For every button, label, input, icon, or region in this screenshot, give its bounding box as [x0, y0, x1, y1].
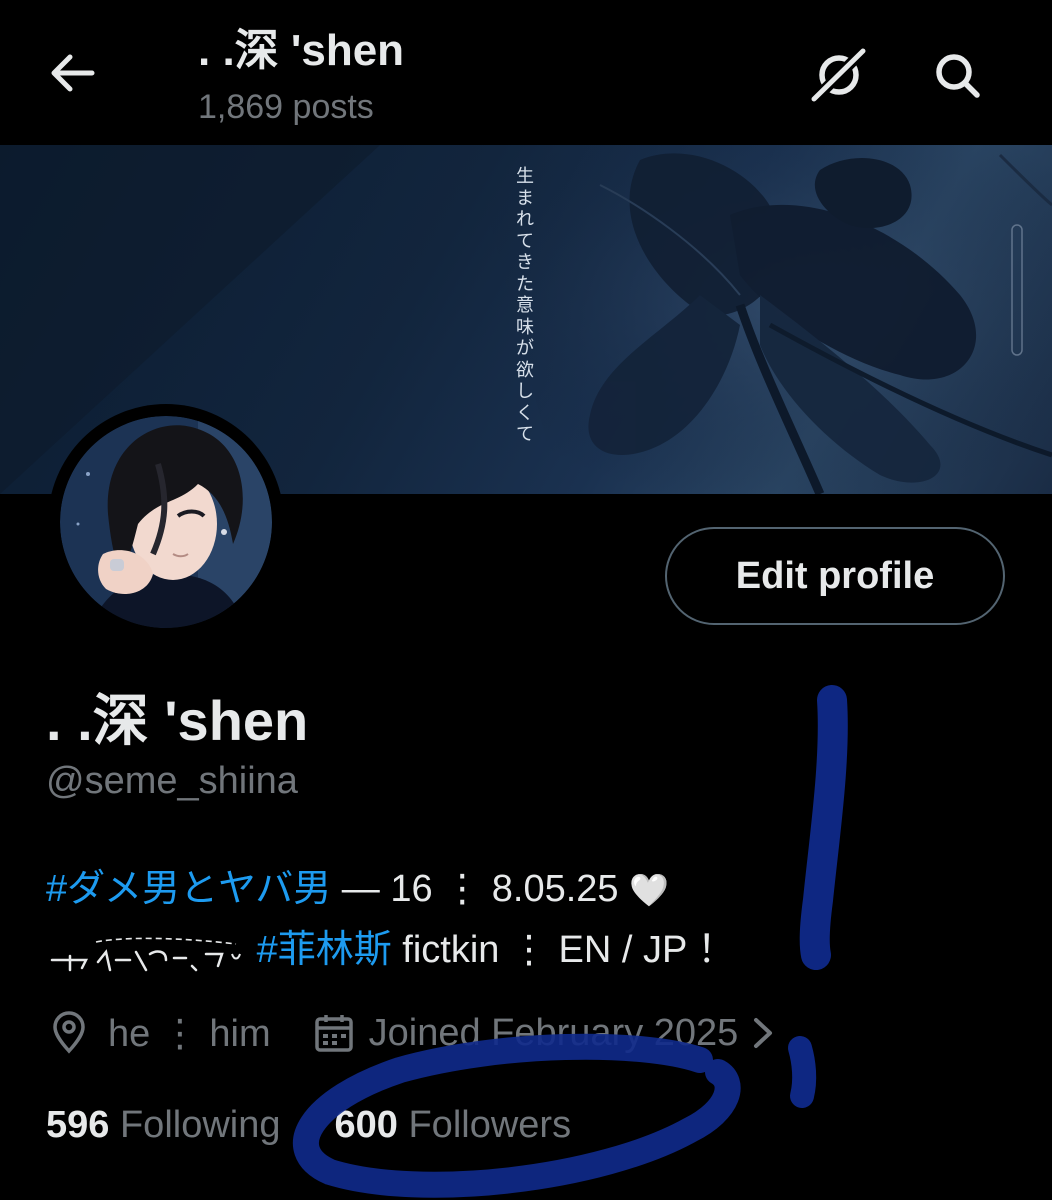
grok-icon	[811, 48, 866, 102]
chevron-right-icon[interactable]	[744, 1010, 780, 1056]
bio-line-1: #ダメ男とヤバ男 — 16 ⋮ 8.05.25 🤍	[46, 857, 669, 912]
bio-text: fictkin ⋮ EN / JP ！	[391, 929, 736, 971]
pronouns-location: he ⋮ him	[108, 1012, 271, 1055]
follow-stats: 596 Following 600 Followers	[46, 1104, 571, 1147]
avatar[interactable]	[48, 404, 284, 640]
search-button[interactable]	[928, 46, 986, 104]
profile-meta-row: he ⋮ him Joined February 2025	[46, 1010, 780, 1056]
search-icon	[936, 54, 980, 98]
decorative-kaomoji-drawing	[50, 937, 241, 972]
followers-link[interactable]: 600 Followers	[335, 1104, 572, 1146]
location-pin-icon	[53, 1011, 85, 1054]
hashtag-link[interactable]: #ダメ男とヤバ男	[46, 868, 331, 910]
bio-text: — 16 ⋮ 8.05.25	[331, 868, 630, 910]
white-heart-emoji: 🤍	[629, 872, 669, 908]
edit-profile-button[interactable]: Edit profile	[665, 527, 1005, 625]
joined-date: Joined February 2025	[368, 1011, 739, 1054]
banner-vertical-text: 生まれてきた意味が欲しくて	[516, 166, 534, 445]
following-label: Following	[119, 1104, 281, 1146]
anime-boy-avatar-image	[50, 406, 282, 638]
following-link[interactable]: 596 Following	[46, 1104, 281, 1146]
calendar-icon	[314, 1015, 353, 1052]
followers-label: Followers	[408, 1104, 572, 1146]
username-handle: @seme_shiina	[46, 760, 298, 802]
back-button[interactable]	[44, 48, 100, 98]
bio-line-2: #菲林斯 fictkin ⋮ EN / JP ！	[46, 918, 735, 974]
display-name: . .深 'shen	[46, 689, 309, 752]
followers-count: 600	[334, 1104, 398, 1146]
post-count: 1,869 posts	[198, 88, 374, 126]
grok-button[interactable]	[808, 46, 870, 104]
following-count: 596	[46, 1104, 110, 1146]
arrow-left-icon	[51, 54, 95, 92]
hashtag-link[interactable]: #菲林斯	[257, 929, 392, 971]
header-title: . .深 'shen	[198, 26, 405, 75]
